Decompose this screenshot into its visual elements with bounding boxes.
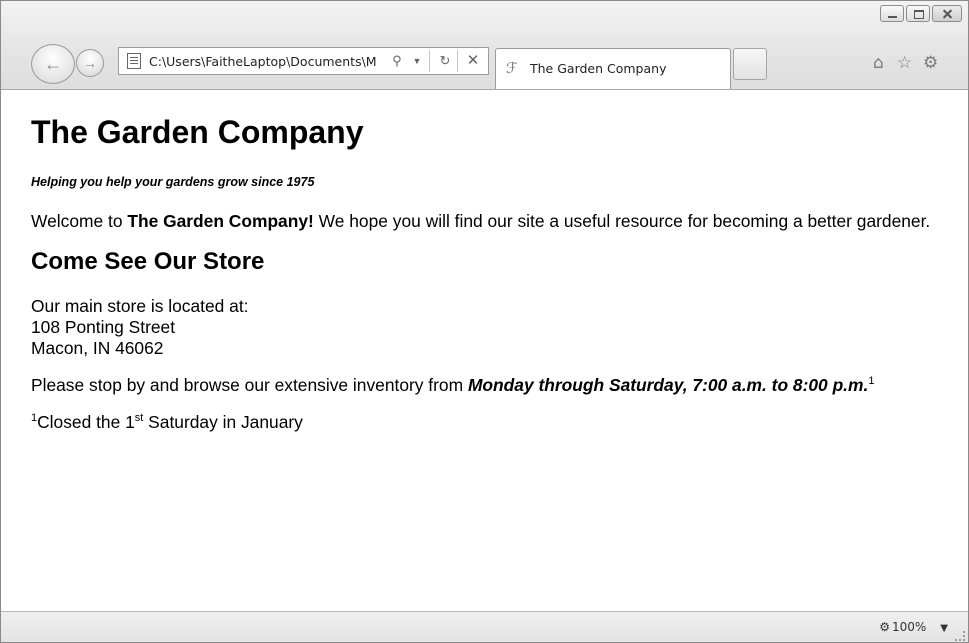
forward-button[interactable]: → <box>76 49 104 77</box>
close-button[interactable] <box>932 5 962 22</box>
store-heading: Come See Our Store <box>31 248 265 275</box>
zoom-icon: ⚙ <box>879 620 890 634</box>
tab-the-garden-company[interactable]: ℱ The Garden Company <box>495 48 731 89</box>
page-icon <box>127 53 141 69</box>
tagline: Helping you help your gardens grow since… <box>31 175 315 189</box>
zoom-level: 100% <box>891 620 927 634</box>
maximize-button[interactable] <box>906 5 930 22</box>
store-hours: Monday through Saturday, 7:00 a.m. to 8:… <box>467 375 869 395</box>
page-content: The Garden Company Helping you help your… <box>1 90 968 611</box>
refresh-icon[interactable]: ↻ <box>435 51 455 71</box>
back-icon: ← <box>44 53 62 74</box>
zoom-control[interactable]: ⚙ 100% ▼ <box>879 620 948 634</box>
footnote-ref: 1 <box>868 375 875 388</box>
forward-icon: → <box>83 55 97 71</box>
search-icon[interactable]: ⚲ <box>387 51 407 71</box>
window-controls <box>880 5 962 22</box>
address-url[interactable]: C:\Users\FaitheLaptop\Documents\M <box>149 54 383 69</box>
favorites-icon[interactable]: ☆ <box>897 53 912 73</box>
minimize-button[interactable] <box>880 5 904 22</box>
home-icon[interactable]: ⌂ <box>873 53 884 73</box>
status-bar: ⚙ 100% ▼ <box>1 611 968 642</box>
resize-grip[interactable] <box>955 631 965 641</box>
new-tab-button[interactable] <box>733 48 767 80</box>
tools-icon[interactable]: ⚙ <box>923 53 938 73</box>
dropdown-icon[interactable]: ▼ <box>407 51 427 71</box>
tab-title: The Garden Company <box>530 61 667 76</box>
stop-icon[interactable]: ✕ <box>463 51 483 71</box>
hours-paragraph: Please stop by and browse our extensive … <box>31 375 875 395</box>
browser-window: ← → C:\Users\FaitheLaptop\Documents\M ⚲ … <box>0 0 969 643</box>
chevron-down-icon[interactable]: ▼ <box>940 623 948 634</box>
back-button[interactable]: ← <box>31 44 75 84</box>
page-title: The Garden Company <box>31 114 364 150</box>
footnote: 1Closed the 1st Saturday in January <box>31 412 303 432</box>
browser-chrome: ← → C:\Users\FaitheLaptop\Documents\M ⚲ … <box>1 1 968 90</box>
address-bar[interactable]: C:\Users\FaitheLaptop\Documents\M ⚲ ▼ ↻ … <box>118 47 489 75</box>
store-address: Our main store is located at: 108 Pontin… <box>31 296 249 358</box>
ie-icon: ℱ <box>506 59 518 77</box>
welcome-paragraph: Welcome to The Garden Company! We hope y… <box>31 211 931 231</box>
company-name: The Garden Company! <box>127 211 314 231</box>
